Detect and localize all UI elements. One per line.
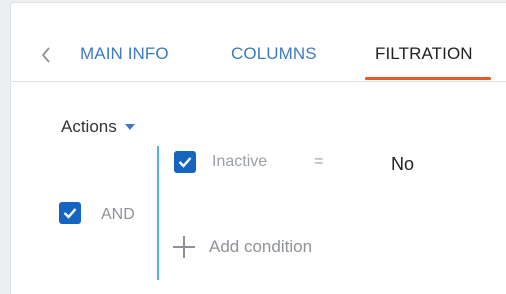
check-icon [63,208,77,219]
check-icon [178,157,192,168]
tab-columns[interactable]: COLUMNS [231,44,317,64]
condition-operator[interactable]: = [314,153,323,171]
caret-down-icon [124,124,135,130]
condition-checkbox[interactable] [174,151,196,173]
tab-bar: MAIN INFO COLUMNS FILTRATION [11,3,506,82]
plus-icon [173,236,195,258]
add-condition-label: Add condition [209,237,313,256]
group-logic-label[interactable]: AND [101,206,135,224]
back-button[interactable] [41,45,51,65]
add-condition-button[interactable]: Add condition [173,236,312,258]
chevron-left-icon [41,47,50,63]
actions-label: Actions [61,117,117,136]
condition-value[interactable]: No [391,154,414,175]
condition-column[interactable]: Inactive [212,153,267,171]
tab-filtration[interactable]: FILTRATION [375,44,473,64]
active-tab-indicator [365,77,491,80]
tab-main-info[interactable]: MAIN INFO [80,44,169,64]
actions-dropdown[interactable]: Actions [61,117,135,137]
filter-panel: MAIN INFO COLUMNS FILTRATION Actions AND… [10,2,506,294]
group-bracket-line [157,146,159,280]
group-checkbox[interactable] [59,202,81,224]
